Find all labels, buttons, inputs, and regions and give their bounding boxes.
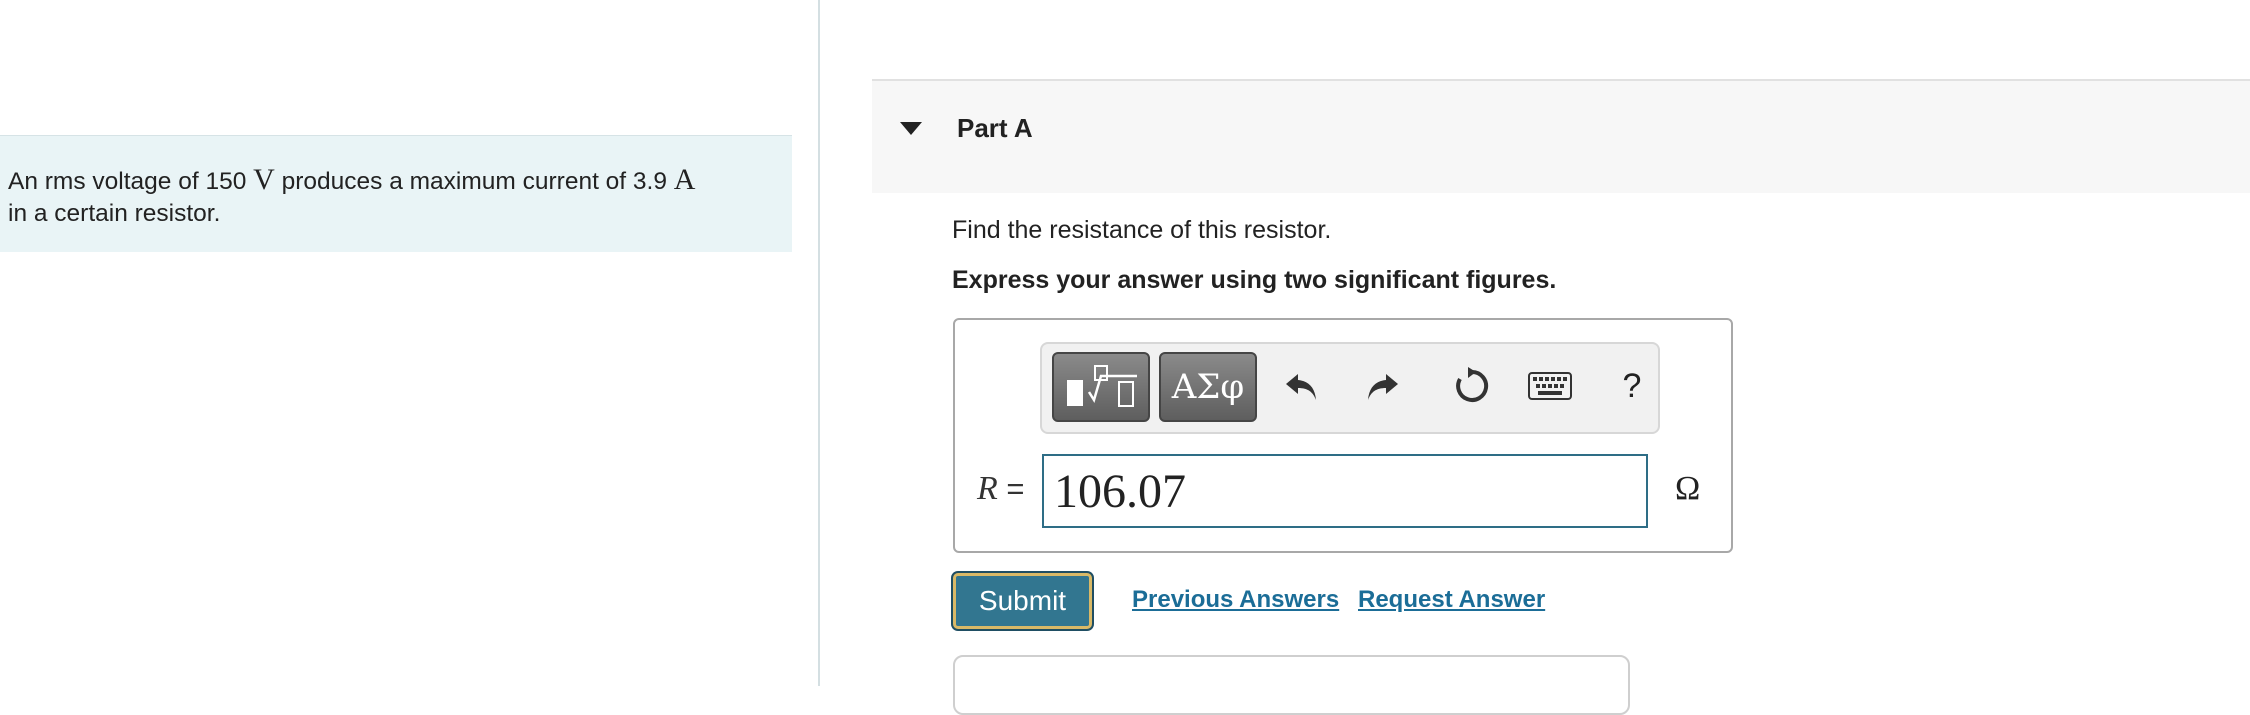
help-button[interactable]: ? [1610,364,1654,408]
unit-amps: A [673,163,696,196]
greek-symbols-button[interactable]: ΑΣφ [1159,352,1257,422]
previous-answers-link[interactable]: Previous Answers [1132,586,1339,614]
submit-button[interactable]: Submit [953,573,1092,629]
templates-button[interactable] [1052,352,1150,422]
problem-text-part-3: in a certain resistor. [8,200,221,227]
feedback-box [953,655,1630,715]
request-answer-link[interactable]: Request Answer [1358,586,1545,614]
undo-icon[interactable] [1280,364,1324,408]
answer-input[interactable] [1042,454,1648,528]
equals-sign: = [997,471,1025,506]
answer-unit: Ω [1675,470,1701,507]
problem-statement: An rms voltage of 150 V produces a maxim… [0,135,792,252]
panel-divider[interactable] [818,0,820,686]
problem-text-part-1: An rms voltage of 150 [8,168,254,195]
answer-variable-label: R = [977,470,1025,508]
part-a-header[interactable]: Part A [872,79,2250,193]
answer-format-instruction: Express your answer using two significan… [952,266,1557,294]
keyboard-icon[interactable] [1518,364,1582,408]
problem-text-part-2: produces a maximum current of 3.9 [274,168,674,195]
question-instruction: Find the resistance of this resistor. [952,216,1332,244]
math-toolbar: ΑΣφ ? [1040,342,1660,434]
variable-r: R [977,470,998,507]
part-title: Part A [957,113,1033,143]
templates-icon [1067,365,1137,407]
answer-box: ΑΣφ ? R = Ω [953,318,1733,553]
unit-volts: V [253,163,275,196]
collapse-caret-icon[interactable] [900,122,922,135]
reset-icon[interactable] [1450,364,1494,408]
problem-text: An rms voltage of 150 V produces a maxim… [8,164,792,230]
redo-icon[interactable] [1360,364,1404,408]
